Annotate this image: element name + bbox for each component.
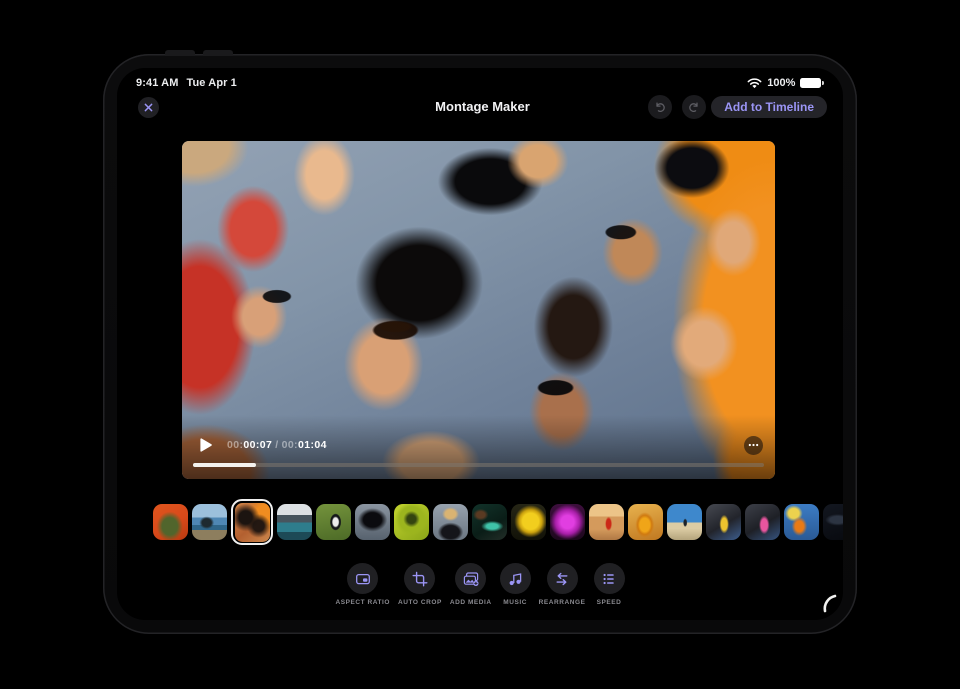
filmstrip-thumbnail-teal-branches[interactable] [472,504,507,540]
status-date: Tue Apr 1 [186,77,236,89]
music-note-icon [507,571,523,587]
battery-percent: 100% [767,77,795,89]
more-options-button[interactable] [744,436,763,455]
filmstrip-thumbnail-yellow-dress-rocks[interactable] [706,504,741,540]
redo-icon [687,100,701,114]
timecode: 00:00:07/00:01:04 [227,439,327,451]
filmstrip-thumbnail-bird-silhouette[interactable] [355,504,390,540]
header: Montage Maker [138,95,827,121]
filmstrip-thumbnail-green-succulent[interactable] [394,504,429,540]
status-bar: 9:41 AM Tue Apr 1 100% [136,77,824,89]
volume-down-button [203,50,233,56]
ipad-screen: 9:41 AM Tue Apr 1 100% [117,68,843,620]
volume-up-button [165,50,195,56]
rearrange-button[interactable]: REARRANGE [539,563,586,606]
speed-button[interactable]: SPEED [594,563,625,606]
play-button[interactable] [200,438,214,453]
filmstrip-thumbnail-blonde-portrait[interactable] [433,504,468,540]
redo-button[interactable] [682,95,706,119]
play-icon [200,438,212,452]
aspect-ratio-icon [355,571,371,587]
auto-crop-button[interactable]: AUTO CROP [398,563,442,606]
status-time: 9:41 AM [136,77,178,89]
filmstrip-thumbnail-beach-walker[interactable] [667,504,702,540]
filmstrip-thumbnail-person-in-green-on-orange[interactable] [153,504,188,540]
undo-button[interactable] [648,95,672,119]
filmstrip-thumbnail-crater-lake[interactable] [277,504,312,540]
crop-icon [412,571,428,587]
video-player[interactable]: 00:00:07/00:01:04 [182,141,775,479]
wifi-icon [747,78,762,89]
filmstrip-thumbnail-purple-dahlia[interactable] [550,504,585,540]
canvas: 9:41 AM Tue Apr 1 100% [0,0,960,689]
toolbar: ASPECT RATIO AUTO CROP [117,563,843,606]
filmstrip-thumbnail-friends-montage[interactable] [231,499,273,545]
speed-lines-icon [601,571,617,587]
filmstrip-thumbnail-yellow-flower[interactable] [511,504,546,540]
ipad-device: 9:41 AM Tue Apr 1 100% [103,54,857,634]
filmstrip-thumbnail-sunset-beach-runner[interactable] [589,504,624,540]
swap-arrows-icon [554,571,570,587]
progress-fill [193,463,256,467]
filmstrip-thumbnail-sunglasses-dark[interactable] [823,504,843,540]
video-preview [182,141,775,479]
add-to-timeline-button[interactable]: Add to Timeline [711,96,827,118]
filmstrip-thumbnail-puffin[interactable] [316,504,351,540]
undo-icon [653,100,667,114]
music-button[interactable]: MUSIC [500,563,531,606]
battery-icon [800,78,824,88]
filmstrip-thumbnail-beach-cove[interactable] [192,504,227,540]
add-media-button[interactable]: ADD MEDIA [450,563,492,606]
add-media-icon [463,571,479,587]
filmstrip-thumbnail-dancer-yellow-dress[interactable] [628,504,663,540]
filmstrip [153,498,843,546]
filmstrip-thumbnail-orange-dancer-sky[interactable] [784,504,819,540]
player-controls: 00:00:07/00:01:04 [200,435,763,455]
ellipsis-icon [748,443,759,447]
filmstrip-thumbnail-pink-dress-rocks[interactable] [745,504,780,540]
aspect-ratio-button[interactable]: ASPECT RATIO [336,563,391,606]
progress-bar[interactable] [193,463,764,467]
jog-wheel-arc [817,590,841,620]
